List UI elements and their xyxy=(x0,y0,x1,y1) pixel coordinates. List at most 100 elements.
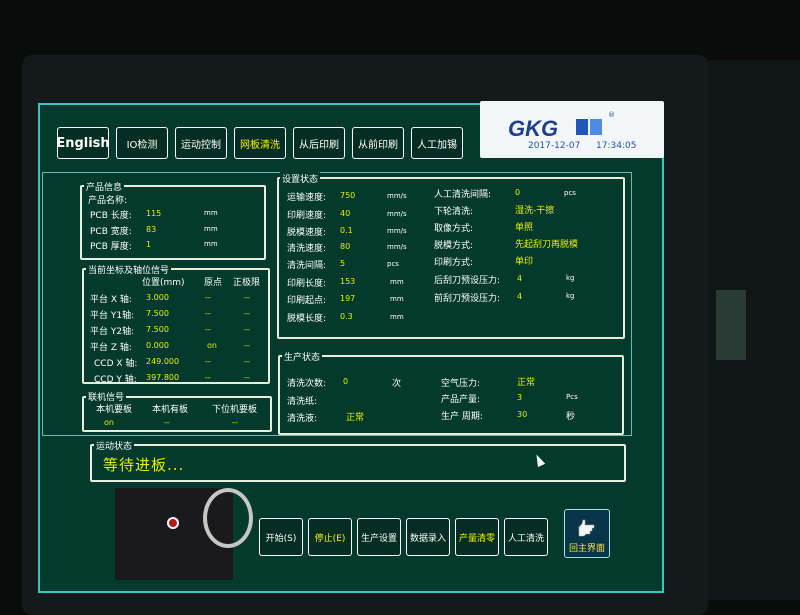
print-from-front-button[interactable]: 从前印刷 xyxy=(352,127,404,159)
date-display: 2017-12-07 xyxy=(528,141,581,151)
axis-row-limit: -- xyxy=(244,357,250,366)
print-from-back-button[interactable]: 从后印刷 xyxy=(293,127,345,159)
axis-row-pos: 7.500 xyxy=(146,309,169,318)
setting-label: 印刷长度: xyxy=(287,279,327,289)
axis-header-position: 位置(mm) xyxy=(142,278,185,288)
setting-value: 湿洗-干擦 xyxy=(515,206,555,216)
brand-mark-icon-2 xyxy=(590,119,602,135)
product-info-title: 产品信息 xyxy=(84,180,125,193)
setting-value: 单照 xyxy=(515,223,534,233)
pcb-width-unit: mm xyxy=(204,225,218,233)
setting-value: 0 xyxy=(515,188,521,197)
data-entry-button[interactable]: 数据录入 xyxy=(406,518,450,556)
axis-row-label: 平台 Y2轴: xyxy=(90,327,135,337)
axis-header-limit: 正极限 xyxy=(233,278,261,288)
axis-row-limit: -- xyxy=(244,373,250,382)
axis-row-label: 平台 Z 轴: xyxy=(90,343,132,353)
pcb-length-value: 115 xyxy=(146,209,162,218)
axis-row-label: CCD Y 轴: xyxy=(94,375,137,385)
pcb-width-label: PCB 宽度: xyxy=(90,227,132,237)
start-button[interactable]: 开始(S) xyxy=(259,518,303,556)
cycle-value: 30 xyxy=(517,410,528,419)
clean-liquid-value: 正常 xyxy=(346,413,365,423)
link-header-downstream-request: 下位机要板 xyxy=(212,405,258,415)
setting-label: 印刷方式: xyxy=(434,258,474,268)
axis-row-label: CCD X 轴: xyxy=(94,359,138,369)
setting-unit: mm xyxy=(390,313,404,321)
cycle-unit: 秒 xyxy=(566,412,576,422)
product-name-label: 产品名称: xyxy=(88,196,128,206)
pcb-length-label: PCB 长度: xyxy=(90,211,132,221)
setting-value: 80 xyxy=(340,242,351,251)
pcb-thickness-unit: mm xyxy=(204,240,218,248)
brand-mark-icon xyxy=(576,119,588,135)
axis-row-pos: 397.800 xyxy=(146,373,180,382)
setting-label: 印刷起点: xyxy=(287,296,327,306)
axis-row-pos: 249.000 xyxy=(146,357,180,366)
link-value-board-request: on xyxy=(104,418,114,427)
axis-row-pos: 3.000 xyxy=(146,293,169,302)
stencil-clean-button[interactable]: 网板清洗 xyxy=(234,127,286,159)
motion-control-button[interactable]: 运动控制 xyxy=(175,127,227,159)
setting-label: 脱模方式: xyxy=(434,241,474,251)
reset-output-button[interactable]: 产量清零 xyxy=(455,518,499,556)
axis-row-limit: -- xyxy=(244,341,250,350)
motion-status-title: 运动状态 xyxy=(94,439,135,452)
manual-solder-button[interactable]: 人工加锡 xyxy=(411,127,463,159)
setting-value: 4 xyxy=(517,292,523,301)
setting-unit: pcs xyxy=(564,189,576,197)
axis-row-origin: on xyxy=(207,341,217,350)
clean-count-value: 0 xyxy=(343,377,349,386)
setting-value: 197 xyxy=(340,294,356,303)
setting-label: 印刷速度: xyxy=(287,211,327,221)
axis-row-limit: -- xyxy=(244,309,250,318)
pcb-width-value: 83 xyxy=(146,225,157,234)
setting-unit: mm/s xyxy=(387,243,407,251)
settings-title: 设置状态 xyxy=(280,172,321,185)
axis-row-label: 平台 X 轴: xyxy=(90,295,132,305)
camera-view xyxy=(115,488,253,580)
setting-label: 脱模长度: xyxy=(287,314,327,324)
setting-value: 0.3 xyxy=(340,312,353,321)
stop-button[interactable]: 停止(E) xyxy=(308,518,352,556)
axis-row-origin: -- xyxy=(205,309,211,318)
air-pressure-value: 正常 xyxy=(517,378,536,388)
setting-value: 4 xyxy=(517,274,523,283)
time-display: 17:34:05 xyxy=(596,141,637,151)
setting-value: 40 xyxy=(340,209,351,218)
setting-label: 人工清洗间隔: xyxy=(434,190,492,200)
camera-ring-icon xyxy=(203,488,253,548)
io-check-button[interactable]: IO检测 xyxy=(116,127,168,159)
background-wall xyxy=(708,60,800,600)
brand-logo-panel: GKG ® 2017-12-07 17:34:05 xyxy=(480,101,664,158)
setting-value: 153 xyxy=(340,277,356,286)
setting-label: 清洗间隔: xyxy=(287,261,327,271)
home-button[interactable]: 回主界面 xyxy=(564,509,610,558)
motion-status-message: 等待进板... xyxy=(103,456,185,474)
setting-label: 后刮刀预设压力: xyxy=(434,276,501,286)
axis-row-origin: -- xyxy=(205,325,211,334)
production-settings-button[interactable]: 生产设置 xyxy=(357,518,401,556)
pcb-thickness-value: 1 xyxy=(146,240,152,249)
background-device xyxy=(716,290,746,360)
axis-row-limit: -- xyxy=(244,293,250,302)
axis-row-limit: -- xyxy=(244,325,250,334)
output-label: 产品产量: xyxy=(441,395,481,405)
hand-icon xyxy=(578,519,595,537)
axis-row-origin: -- xyxy=(205,293,211,302)
pcb-length-unit: mm xyxy=(204,209,218,217)
manual-clean-button[interactable]: 人工清洗 xyxy=(504,518,548,556)
setting-value: 0.1 xyxy=(340,226,353,235)
setting-label: 脱模速度: xyxy=(287,228,327,238)
link-header-board-present: 本机有板 xyxy=(152,405,189,415)
clean-paper-label: 清洗纸: xyxy=(287,397,318,407)
setting-label: 运输速度: xyxy=(287,193,327,203)
english-button[interactable]: English xyxy=(56,127,110,159)
setting-label: 下轮清洗: xyxy=(434,207,474,217)
setting-label: 清洗速度: xyxy=(287,244,327,254)
setting-unit: kg xyxy=(566,292,575,300)
setting-label: 前刮刀预设压力: xyxy=(434,294,501,304)
cycle-label: 生产 周期: xyxy=(441,412,483,422)
setting-unit: mm/s xyxy=(387,192,407,200)
axis-row-pos: 7.500 xyxy=(146,325,169,334)
